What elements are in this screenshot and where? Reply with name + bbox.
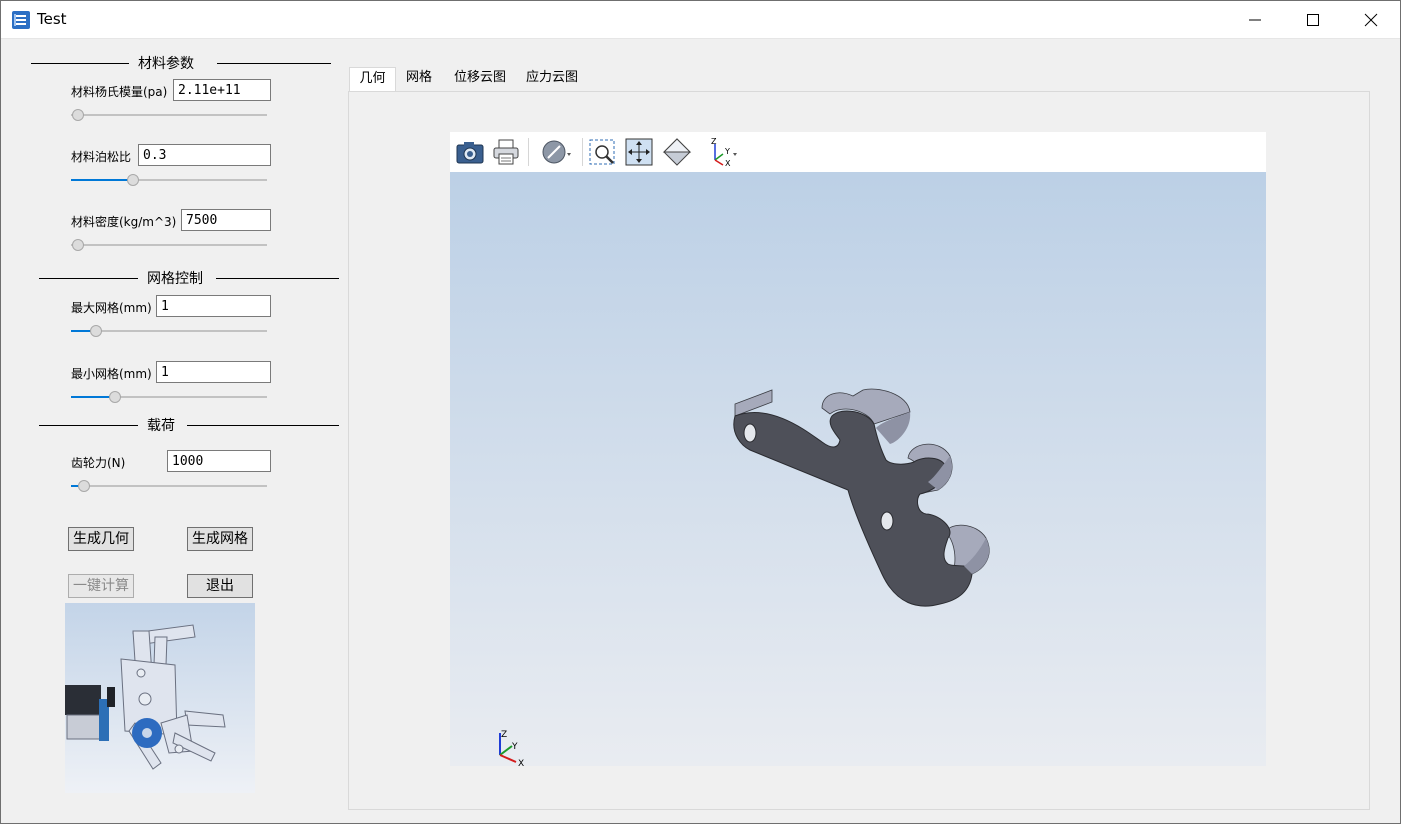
minimize-icon <box>1249 19 1261 21</box>
triad-label-x: X <box>518 759 524 766</box>
slider-handle[interactable] <box>127 174 140 186</box>
max-mesh-slider[interactable] <box>71 325 267 337</box>
viewer-toolbar: Z Y X <box>450 132 1266 172</box>
mesh-section-title: 网格控制 <box>147 271 203 287</box>
density-slider[interactable] <box>71 239 267 251</box>
tab-displacement[interactable]: 位移云图 <box>446 67 514 91</box>
slider-fill <box>71 396 114 398</box>
toolbar-separator <box>528 138 529 166</box>
exit-button[interactable]: 退出 <box>187 574 253 598</box>
poisson-ratio-label: 材料泊松比 <box>71 150 132 164</box>
load-section-title: 载荷 <box>147 418 175 434</box>
material-section-header: 材料参数 <box>31 53 331 73</box>
app-window: Test 材料参数 材料杨氏模量(pa) 2.11e+11 材料泊松比 0.3 <box>0 0 1401 824</box>
slider-groove <box>71 114 267 116</box>
zoom-window-icon[interactable] <box>587 136 619 168</box>
max-mesh-input[interactable]: 1 <box>156 295 271 317</box>
slider-handle[interactable] <box>72 109 84 121</box>
tab-stress[interactable]: 应力云图 <box>518 67 586 91</box>
slider-handle[interactable] <box>108 391 121 403</box>
slider-handle[interactable] <box>90 325 103 337</box>
tab-geometry[interactable]: 几何 <box>349 67 396 93</box>
density-label: 材料密度(kg/m^3) <box>71 215 177 229</box>
close-icon <box>1364 13 1378 27</box>
poisson-ratio-input[interactable]: 0.3 <box>138 144 271 166</box>
compute-button[interactable]: 一键计算 <box>68 574 134 598</box>
divider <box>187 425 339 426</box>
toolbar-separator <box>582 138 583 166</box>
window-title: Test <box>37 10 67 28</box>
gripper-preview-image <box>65 603 255 793</box>
divider <box>39 278 138 279</box>
tab-mesh[interactable]: 网格 <box>396 67 442 91</box>
minimize-button[interactable] <box>1226 1 1284 38</box>
divider <box>39 425 138 426</box>
app-icon <box>12 11 30 29</box>
mesh-section-header: 网格控制 <box>39 268 339 288</box>
display-mode-icon[interactable] <box>540 136 572 168</box>
slider-groove <box>71 244 267 246</box>
divider <box>31 63 129 64</box>
slider-handle[interactable] <box>72 239 84 251</box>
axis-label-z: Z <box>711 137 717 146</box>
max-mesh-label: 最大网格(mm) <box>71 301 152 315</box>
gear-force-slider[interactable] <box>71 480 267 492</box>
material-section-title: 材料参数 <box>138 56 194 72</box>
youngs-modulus-input[interactable]: 2.11e+11 <box>173 79 271 101</box>
gripper-illustration <box>65 624 226 770</box>
title-bar[interactable]: Test <box>1 1 1400 39</box>
print-icon[interactable] <box>490 136 522 168</box>
triad-label-y: Y <box>511 742 518 752</box>
fit-all-icon[interactable] <box>623 136 655 168</box>
divider <box>216 278 339 279</box>
triad-label-z: Z <box>501 730 507 740</box>
poisson-ratio-slider[interactable] <box>71 174 267 186</box>
axis-triad: Z Y X <box>499 730 524 769</box>
density-input[interactable]: 7500 <box>181 209 271 231</box>
close-button[interactable] <box>1342 1 1400 38</box>
gear-force-label: 齿轮力(N) <box>71 456 126 470</box>
min-mesh-label: 最小网格(mm) <box>71 367 152 381</box>
slider-fill <box>71 179 133 181</box>
youngs-modulus-label: 材料杨氏模量(pa) <box>71 85 168 99</box>
min-mesh-input[interactable]: 1 <box>156 361 271 383</box>
youngs-modulus-slider[interactable] <box>71 109 267 121</box>
slider-handle[interactable] <box>77 480 90 492</box>
bracket-part-model: Z Y X <box>499 388 990 769</box>
axis-label-x: X <box>725 159 731 168</box>
divider <box>217 63 331 64</box>
axis-view-icon[interactable]: Z Y X <box>705 136 737 168</box>
maximize-icon <box>1307 14 1319 26</box>
slider-groove <box>71 485 267 487</box>
view-cube-icon[interactable] <box>661 136 693 168</box>
3d-viewer: Z Y X Z Y X <box>450 132 1266 769</box>
generate-mesh-button[interactable]: 生成网格 <box>187 527 253 551</box>
camera-icon[interactable] <box>454 136 486 168</box>
axis-label-y: Y <box>724 147 730 156</box>
min-mesh-slider[interactable] <box>71 391 267 403</box>
maximize-button[interactable] <box>1284 1 1342 38</box>
generate-geometry-button[interactable]: 生成几何 <box>68 527 134 551</box>
gear-force-input[interactable]: 1000 <box>167 450 271 472</box>
load-section-header: 载荷 <box>39 415 339 435</box>
3d-viewport[interactable]: Z Y X <box>450 172 1266 769</box>
